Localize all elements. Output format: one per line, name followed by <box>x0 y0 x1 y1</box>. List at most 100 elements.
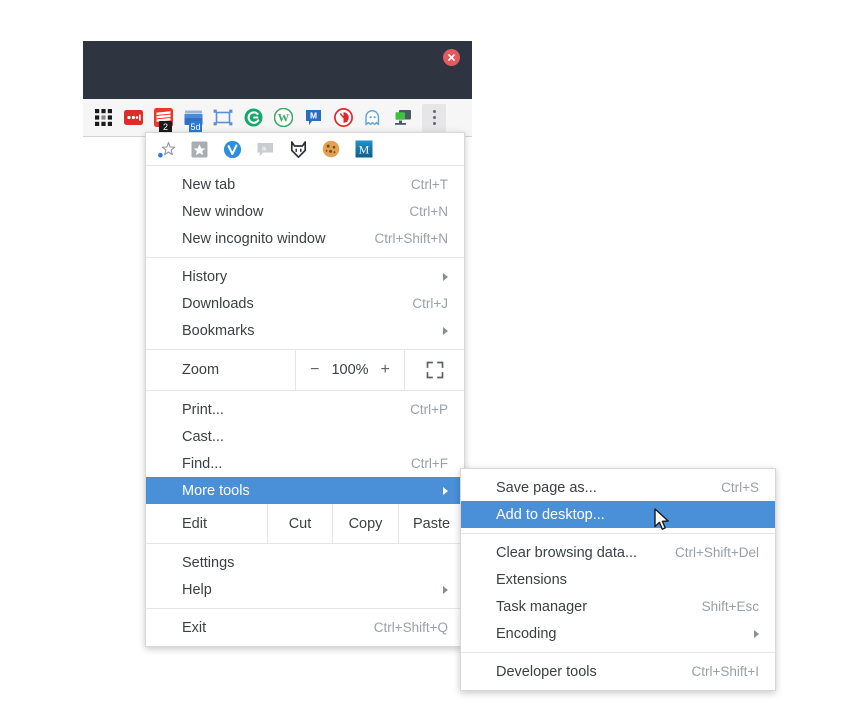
submenu-item-add-to-desktop[interactable]: Add to desktop... <box>461 501 775 528</box>
three-dot-menu-icon[interactable] <box>422 103 446 132</box>
menu-item-label: Help <box>182 581 212 598</box>
menu-group-browsing: History Downloads Ctrl+J Bookmarks <box>146 258 464 350</box>
menu-item-more-tools[interactable]: More tools <box>146 477 464 504</box>
star-sparkle-icon[interactable] <box>156 139 176 159</box>
menu-item-accel: Ctrl+T <box>410 177 448 192</box>
menu-item-label: New window <box>182 203 264 220</box>
menu-item-label: History <box>182 268 228 285</box>
menu-item-accel: Ctrl+S <box>721 480 759 495</box>
menu-item-label: New incognito window <box>182 230 326 247</box>
ghost-privacy-icon[interactable] <box>358 103 388 133</box>
bookmark-star-icon[interactable] <box>189 139 209 159</box>
menu-item-accel: Ctrl+Shift+Del <box>674 545 759 560</box>
menu-item-label: Extensions <box>496 571 567 588</box>
dot <box>432 110 436 113</box>
zoom-row: Zoom − 100% + <box>146 350 464 391</box>
dot <box>432 122 436 125</box>
svg-text:W: W <box>277 113 289 125</box>
zoom-in-button[interactable]: + <box>381 362 390 378</box>
cut-button[interactable]: Cut <box>268 504 333 543</box>
menu-item-label: Settings <box>182 554 235 571</box>
submenu-item-developer-tools[interactable]: Developer tools Ctrl+Shift+I <box>461 658 775 685</box>
remote-desktop-icon[interactable] <box>388 103 418 133</box>
menu-item-label: Bookmarks <box>182 322 255 339</box>
edit-row: Edit Cut Copy Paste <box>146 504 464 544</box>
mailbubble-icon[interactable]: M <box>298 103 328 133</box>
submenu-group-page: Save page as... Ctrl+S Add to desktop... <box>461 469 775 534</box>
menu-item-print[interactable]: Print... Ctrl+P <box>146 396 464 423</box>
menu-item-label: Add to desktop... <box>496 506 605 523</box>
menu-item-label: New tab <box>182 176 236 193</box>
gray-chat-icon[interactable]: a <box>255 139 275 159</box>
menu-item-accel: Ctrl+J <box>412 296 448 311</box>
menu-group-settings: Settings Help <box>146 544 464 609</box>
chevron-right-icon <box>754 629 759 638</box>
chevron-right-icon <box>443 272 448 281</box>
menu-item-accel: Ctrl+Shift+N <box>374 231 448 246</box>
menu-item-label: Downloads <box>182 295 254 312</box>
menu-item-bookmarks[interactable]: Bookmarks <box>146 317 464 344</box>
menu-item-help[interactable]: Help <box>146 576 464 603</box>
apps-grid-icon[interactable] <box>88 103 118 133</box>
menu-group-exit: Exit Ctrl+Shift+Q <box>146 609 464 646</box>
menu-item-exit[interactable]: Exit Ctrl+Shift+Q <box>146 614 464 641</box>
menu-item-label: Encoding <box>496 625 557 642</box>
edit-label: Edit <box>146 504 268 543</box>
submenu-item-extensions[interactable]: Extensions <box>461 566 775 593</box>
menu-item-new-tab[interactable]: New tab Ctrl+T <box>146 171 464 198</box>
submenu-item-encoding[interactable]: Encoding <box>461 620 775 647</box>
screenshot-selection-icon[interactable] <box>208 103 238 133</box>
blue-m-icon[interactable]: M <box>354 139 374 159</box>
menu-item-settings[interactable]: Settings <box>146 549 464 576</box>
submenu-item-task-manager[interactable]: Task manager Shift+Esc <box>461 593 775 620</box>
paste-button[interactable]: Paste <box>399 504 464 543</box>
menu-group-tools: Print... Ctrl+P Cast... Find... Ctrl+F M… <box>146 391 464 504</box>
svg-text:M: M <box>359 142 370 156</box>
adblock-icon[interactable] <box>328 103 358 133</box>
menu-group-new: New tab Ctrl+T New window Ctrl+N New inc… <box>146 166 464 258</box>
menu-item-label: More tools <box>182 482 250 499</box>
red-stripes-extension-icon[interactable]: 2 <box>148 103 178 134</box>
menu-item-accel: Ctrl+N <box>409 204 448 219</box>
menu-item-label: Clear browsing data... <box>496 544 638 561</box>
menu-item-new-incognito-window[interactable]: New incognito window Ctrl+Shift+N <box>146 225 464 252</box>
red-dots-extension-icon[interactable] <box>118 103 148 133</box>
menu-item-history[interactable]: History <box>146 263 464 290</box>
menu-item-accel: Ctrl+Shift+Q <box>373 620 448 635</box>
menu-item-accel: Ctrl+Shift+I <box>691 664 759 679</box>
menu-item-accel: Ctrl+F <box>410 456 448 471</box>
menu-item-find[interactable]: Find... Ctrl+F <box>146 450 464 477</box>
title-bar: Lee <box>83 41 472 130</box>
submenu-item-clear-browsing-data[interactable]: Clear browsing data... Ctrl+Shift+Del <box>461 539 775 566</box>
chevron-right-icon <box>443 326 448 335</box>
zoom-controls: − 100% + <box>296 350 405 390</box>
chevron-right-icon <box>443 486 448 495</box>
close-icon[interactable] <box>443 49 460 66</box>
submenu-group-developer: Developer tools Ctrl+Shift+I <box>461 653 775 690</box>
blue-folder-extension-icon[interactable]: 5d <box>178 103 208 134</box>
menu-item-new-window[interactable]: New window Ctrl+N <box>146 198 464 225</box>
menu-item-downloads[interactable]: Downloads Ctrl+J <box>146 290 464 317</box>
cat-outline-icon[interactable] <box>288 139 308 159</box>
cookie-icon[interactable] <box>321 139 341 159</box>
more-tools-submenu: Save page as... Ctrl+S Add to desktop...… <box>460 468 776 691</box>
menu-item-label: Find... <box>182 455 223 472</box>
menu-item-label: Cast... <box>182 428 224 445</box>
fullscreen-icon[interactable] <box>405 350 464 390</box>
svg-text:M: M <box>309 111 316 121</box>
menu-item-cast[interactable]: Cast... <box>146 423 464 450</box>
grammarly-icon[interactable] <box>238 103 268 133</box>
copy-button[interactable]: Copy <box>333 504 399 543</box>
menu-extension-strip: a M <box>146 133 464 166</box>
menu-item-label: Exit <box>182 619 207 636</box>
menu-item-label: Print... <box>182 401 224 418</box>
menu-item-label: Task manager <box>496 598 588 615</box>
menu-item-accel: Ctrl+P <box>410 402 448 417</box>
zoom-label: Zoom <box>146 350 296 390</box>
blue-check-icon[interactable] <box>222 139 242 159</box>
menu-item-accel: Shift+Esc <box>701 599 759 614</box>
wordpress-icon[interactable]: W <box>268 103 298 133</box>
zoom-out-button[interactable]: − <box>310 362 319 378</box>
browser-window: Lee <box>83 41 472 137</box>
submenu-item-save-page-as[interactable]: Save page as... Ctrl+S <box>461 474 775 501</box>
